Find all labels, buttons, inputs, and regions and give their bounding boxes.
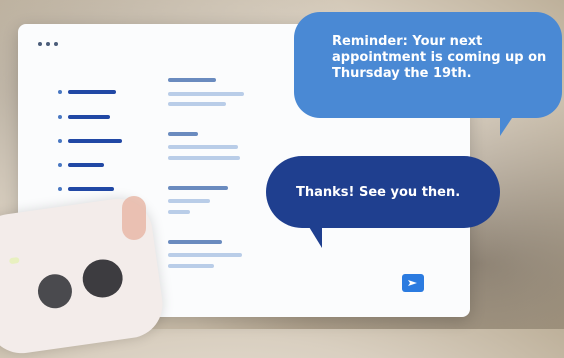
bubble-tail [306,222,322,248]
outgoing-message-text: Thanks! See you then. [296,185,461,200]
content-line [168,253,242,257]
device-lens [35,272,75,311]
content-line [168,156,240,160]
device-light [8,256,20,265]
incoming-message-bubble: Reminder: Your next appointment is comin… [294,12,562,136]
content-line [168,210,190,214]
content-line [168,92,244,96]
sidebar-item-bar [68,163,104,167]
content-line [168,132,198,136]
bullet-icon [58,115,62,119]
content-line [168,102,226,106]
content-line [168,186,228,190]
content-line [168,78,216,82]
send-button[interactable] [402,274,424,292]
content-line [168,145,238,149]
window-dots-icon[interactable] [38,42,58,46]
bubble-tail [500,112,516,136]
bullet-icon [58,139,62,143]
device-lens [80,256,126,301]
content-line [168,199,210,203]
incoming-message-text: Reminder: Your next appointment is comin… [332,34,547,81]
thumb [122,196,146,240]
outgoing-message-bubble: Thanks! See you then. [266,156,500,248]
content-line [168,264,214,268]
content-line [168,240,222,244]
sidebar-item-bar [68,187,114,191]
sidebar-item-bar [68,115,110,119]
bullet-icon [58,163,62,167]
bullet-icon [58,90,62,94]
bullet-icon [58,187,62,191]
send-arrow-icon [408,280,417,286]
sidebar-item-bar [68,139,122,143]
sidebar-item-bar [68,90,116,94]
